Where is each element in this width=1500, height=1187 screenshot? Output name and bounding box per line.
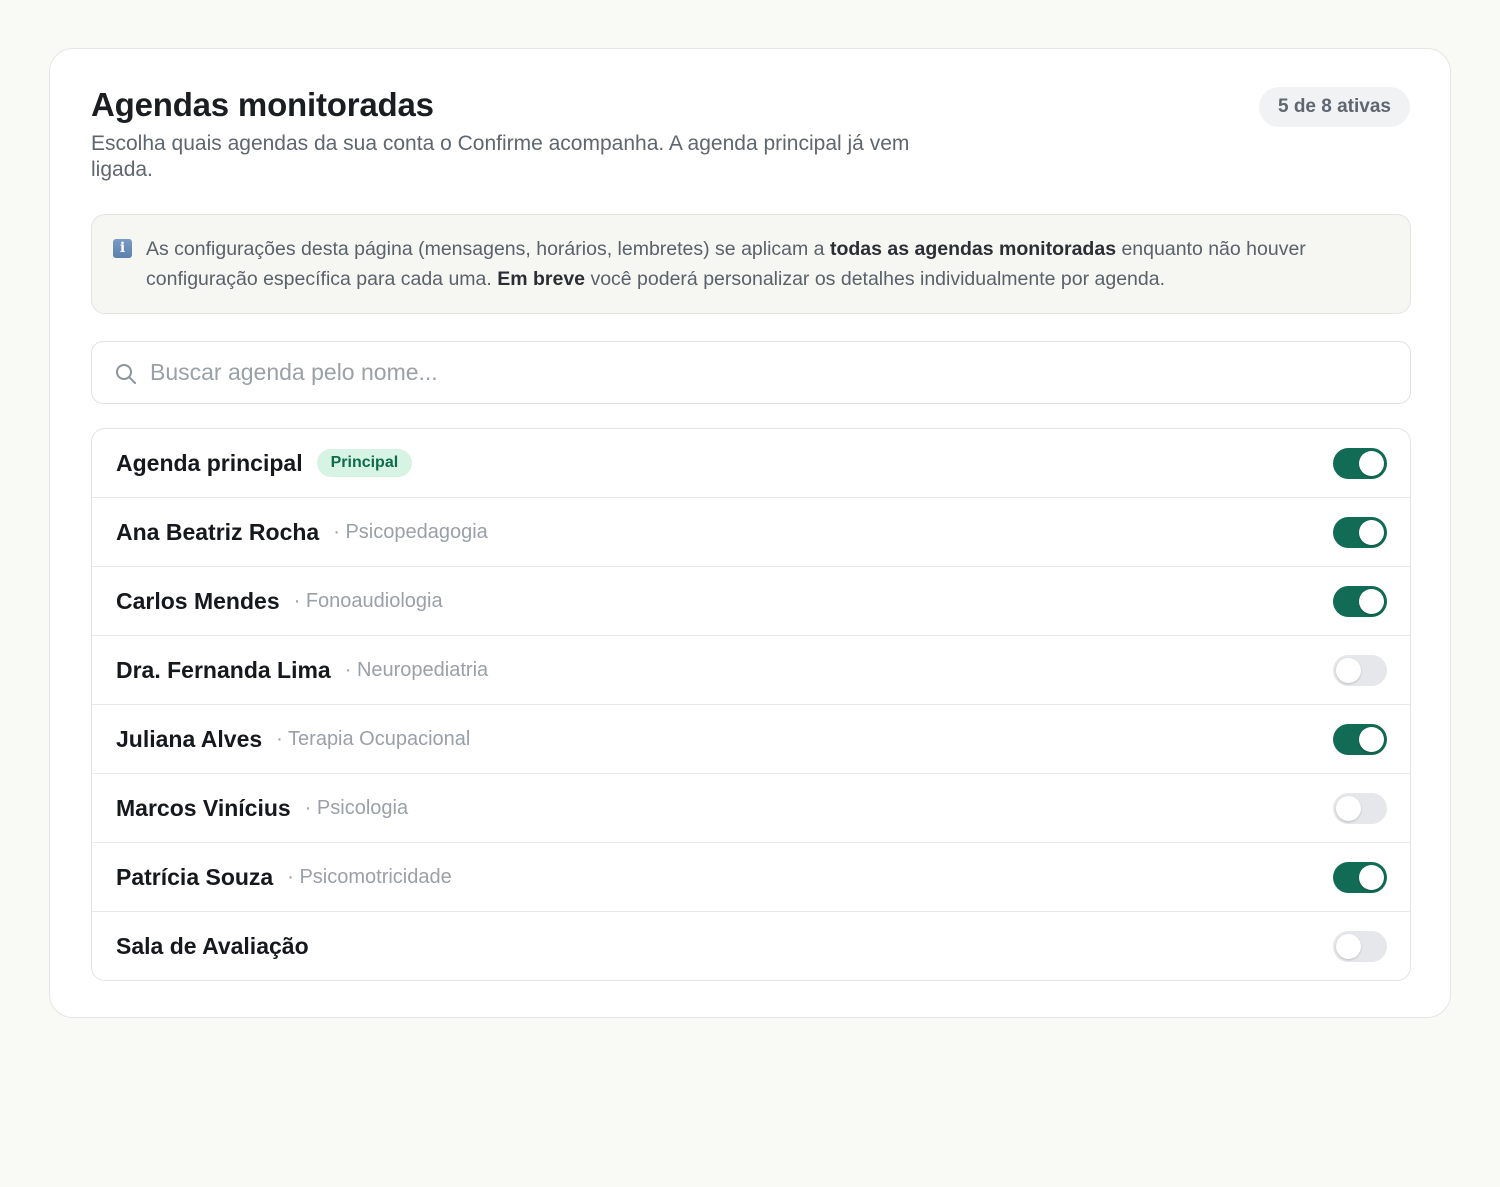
agenda-row: Dra. Fernanda Lima Neuropediatria	[92, 636, 1410, 705]
agenda-toggle[interactable]	[1333, 517, 1387, 548]
page-title: Agendas monitoradas	[91, 86, 434, 123]
agenda-toggle[interactable]	[1333, 655, 1387, 686]
agenda-row: Carlos Mendes Fonoaudiologia	[92, 567, 1410, 636]
agenda-specialty: Terapia Ocupacional	[276, 728, 470, 751]
info-icon: i	[113, 239, 132, 258]
agenda-toggle[interactable]	[1333, 724, 1387, 755]
agenda-row: Ana Beatriz Rocha Psicopedagogia	[92, 498, 1410, 567]
agenda-specialty: Fonoaudiologia	[294, 590, 443, 613]
search-box[interactable]	[91, 341, 1411, 404]
agenda-name: Carlos Mendes	[116, 587, 280, 614]
agenda-toggle[interactable]	[1333, 862, 1387, 893]
info-text-part-1: As configurações desta página (mensagens…	[146, 238, 830, 260]
toggle-knob	[1359, 727, 1384, 752]
search-icon	[116, 364, 136, 384]
active-count-badge: 5 de 8 ativas	[1258, 87, 1410, 127]
agenda-row: Patrícia Souza Psicomotricidade	[92, 843, 1410, 912]
agenda-specialty: Psicologia	[305, 797, 408, 820]
agenda-name: Agenda principal	[116, 449, 303, 476]
agenda-row: Sala de Avaliação	[92, 912, 1410, 980]
agenda-name: Ana Beatriz Rocha	[116, 518, 320, 545]
agenda-toggle[interactable]	[1333, 586, 1387, 617]
agenda-specialty: Neuropediatria	[345, 659, 488, 682]
agenda-name: Juliana Alves	[116, 725, 263, 752]
toggle-knob	[1336, 796, 1361, 821]
toggle-knob	[1359, 865, 1384, 890]
toggle-knob	[1336, 934, 1361, 959]
info-text-part-3: você poderá personalizar os detalhes ind…	[585, 268, 1165, 290]
agenda-name: Dra. Fernanda Lima	[116, 656, 331, 683]
agenda-toggle[interactable]	[1333, 931, 1387, 962]
agenda-specialty: Psicomotricidade	[287, 866, 451, 889]
page-subtitle: Escolha quais agendas da sua conta o Con…	[91, 132, 910, 181]
agenda-name: Marcos Vinícius	[116, 794, 291, 821]
toggle-knob	[1336, 658, 1361, 683]
info-banner: i As configurações desta página (mensage…	[91, 214, 1411, 314]
info-bold-coming-soon: Em breve	[497, 268, 586, 290]
toggle-knob	[1359, 451, 1384, 476]
info-banner-text: As configurações desta página (mensagens…	[146, 234, 1376, 294]
principal-badge: Principal	[316, 449, 413, 477]
info-bold-all-agendas: todas as agendas monitoradas	[829, 238, 1117, 260]
search-input[interactable]	[150, 342, 1390, 402]
agenda-specialty: Psicopedagogia	[333, 521, 487, 544]
agenda-name: Patrícia Souza	[116, 863, 274, 890]
agenda-list: Agenda principal Principal Ana Beatriz Roc…	[91, 428, 1411, 981]
toggle-knob	[1359, 589, 1384, 614]
agenda-toggle[interactable]	[1333, 448, 1387, 479]
agenda-row: Marcos Vinícius Psicologia	[92, 774, 1410, 843]
agenda-toggle[interactable]	[1333, 793, 1387, 824]
agenda-row: Juliana Alves Terapia Ocupacional	[92, 705, 1410, 774]
agendas-card: Agendas monitoradas Escolha quais agenda…	[49, 48, 1451, 1018]
agenda-name: Sala de Avaliação	[116, 933, 309, 959]
toggle-knob	[1359, 520, 1384, 545]
agenda-row: Agenda principal Principal	[92, 429, 1410, 498]
